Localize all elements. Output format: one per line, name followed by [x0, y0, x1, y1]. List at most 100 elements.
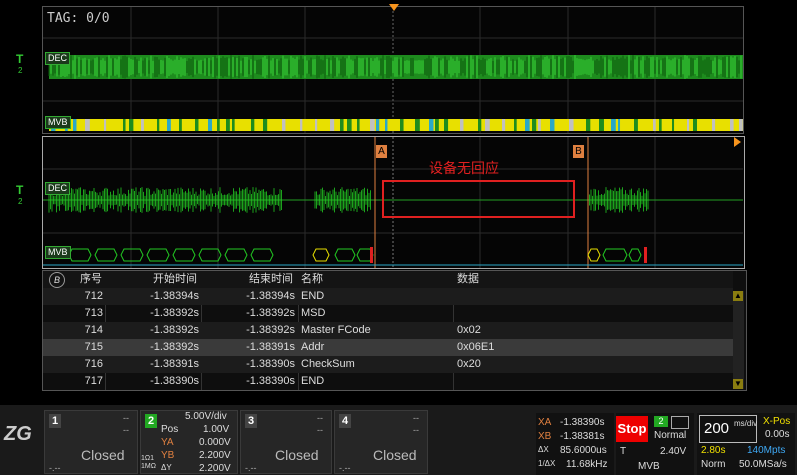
row-index: 717 — [84, 375, 103, 387]
cursor-a-label[interactable]: A — [376, 145, 387, 158]
header-end-time: 结束时间 — [249, 273, 293, 285]
xpos-label: X-Pos — [763, 416, 791, 427]
row-name: Master FCode — [301, 324, 371, 336]
overview-waveform[interactable]: TAG: 0/0 DEC MVB — [42, 6, 744, 134]
header-index: 序号 — [80, 273, 102, 285]
row-name: END — [301, 375, 325, 387]
zoom-right-marker — [734, 137, 741, 147]
channel-3-status: Closed — [275, 447, 319, 463]
ch2-ya: 0.000V — [199, 437, 231, 448]
row-name: CheckSum — [301, 358, 355, 370]
timebase-scale-box[interactable]: 200 ms/div — [699, 415, 757, 443]
table-row[interactable]: 712 -1.38394s -1.38394s END — [43, 288, 733, 305]
scroll-up-icon[interactable]: ▲ — [733, 291, 743, 301]
row-index: 715 — [84, 341, 103, 353]
trigger-marker-top: T — [16, 52, 24, 66]
row-name: Addr — [301, 341, 325, 353]
table-scrollbar[interactable]: ▲ ▼ — [733, 291, 744, 389]
timebase-unit: ms/div — [734, 419, 758, 428]
xa-label: XA — [538, 417, 552, 428]
ch2-coupling-1: 1Ω1 — [141, 455, 155, 462]
table-row[interactable]: 713 -1.38392s -1.38392s MSD — [43, 305, 733, 322]
trigger-edge-icon — [671, 416, 689, 429]
channel-3-panel[interactable]: 3 -- -- Closed -.-- — [240, 410, 332, 474]
header-start-time: 开始时间 — [153, 273, 197, 285]
row-index: 714 — [84, 324, 103, 336]
scroll-down-icon[interactable]: ▼ — [733, 379, 743, 389]
row-index: 713 — [84, 307, 103, 319]
cursor-b-label[interactable]: B — [573, 145, 584, 158]
row-end-time: -1.38390s — [246, 375, 295, 387]
dec-label-overview: DEC — [45, 52, 71, 65]
row-end-time: -1.38394s — [246, 290, 295, 302]
sample-rate: 50.0MSa/s — [739, 459, 787, 470]
trigger-marker-zoom: T — [16, 183, 24, 197]
inv-dx-label: 1/ΔX — [538, 459, 556, 468]
mvb-label-zoom: MVB — [45, 246, 71, 259]
ch1-top: -- — [123, 413, 129, 423]
header-data: 数据 — [457, 273, 479, 285]
channel-1-number: 1 — [49, 414, 61, 428]
tag-counter: TAG: 0/0 — [47, 11, 110, 26]
channel-2-panel[interactable]: 2 5.00V/div Pos 1.00V YA 0.000V YB 2.200… — [140, 410, 238, 474]
ch3-bot-l: -.-- — [245, 463, 257, 473]
decode-table[interactable]: B 序号 开始时间 结束时间 名称 数据 712 -1.38394s -1.3839… — [42, 270, 747, 391]
row-data: 0x06E1 — [457, 341, 495, 353]
header-name: 名称 — [301, 273, 323, 285]
ch1-mid: -- — [123, 425, 129, 435]
zoom-waveform[interactable]: DEC MVB A B 设备无回应 — [42, 136, 745, 269]
ch2-pos: 1.00V — [203, 424, 230, 435]
ch2-ya-label: YA — [161, 437, 174, 448]
overview-traces — [43, 7, 743, 133]
row-name: END — [301, 290, 325, 302]
xb-value: -1.38381s — [560, 431, 605, 442]
ch2-dy: 2.200V — [199, 463, 231, 474]
dx-label: ΔX — [538, 445, 549, 454]
ch2-yb: 2.200V — [199, 450, 231, 461]
timebase-value: 200 — [704, 420, 730, 437]
row-name: MSD — [301, 307, 326, 319]
xpos-value: 0.00s — [765, 429, 790, 440]
mvb-label-overview: MVB — [45, 116, 71, 129]
table-row[interactable]: 716 -1.38391s -1.38390s CheckSum 0x20 — [43, 356, 733, 373]
dec-label-zoom: DEC — [45, 182, 71, 195]
dx-value: 85.6000us — [560, 445, 607, 456]
channel-2-number: 2 — [145, 414, 157, 428]
ch2-coupling-2: 1MΩ — [141, 463, 156, 470]
ch4-bot-l: -.-- — [339, 463, 351, 473]
table-row[interactable]: 717 -1.38390s -1.38390s END — [43, 373, 733, 390]
row-index: 712 — [84, 290, 103, 302]
ch1-bot-l: -.-- — [49, 463, 61, 473]
channel-1-panel[interactable]: 1 -- -- Closed -.-- — [44, 410, 138, 474]
ch2-dy-label: ΔY — [161, 463, 172, 472]
row-start-time: -1.38392s — [150, 307, 199, 319]
decode-b-icon[interactable]: B — [49, 272, 65, 288]
zlg-logo: ZG — [4, 423, 32, 445]
trigger-position-marker[interactable] — [389, 4, 399, 11]
bottom-status-bar: ZG 1 -- -- Closed -.-- 2 5.00V/div Pos 1… — [0, 405, 797, 475]
run-stop-button[interactable]: Stop — [616, 416, 648, 442]
cursor-readout: XA -1.38390s XB -1.38381s ΔX 85.6000us 1… — [536, 413, 614, 475]
ch3-mid: -- — [317, 425, 323, 435]
record-length: 2.80s — [701, 445, 726, 456]
ch2-scale: 5.00V/div — [185, 411, 227, 422]
timebase-panel[interactable]: 200 ms/div X-Pos 0.00s 2.80s 140Mpts Nor… — [697, 413, 795, 475]
trigger-panel[interactable]: Stop 2 Normal T 2.40V MVB — [616, 413, 694, 475]
channel-4-status: Closed — [373, 447, 417, 463]
table-row[interactable]: 715 -1.38392s -1.38391s Addr 0x06E1 — [43, 339, 733, 356]
row-end-time: -1.38391s — [246, 341, 295, 353]
no-response-annotation: 设备无回应 — [429, 160, 499, 176]
acquisition-mode: Norm — [701, 459, 726, 470]
table-row[interactable]: 714 -1.38392s -1.38392s Master FCode 0x02 — [43, 322, 733, 339]
ch4-mid: -- — [413, 425, 419, 435]
xa-value: -1.38390s — [560, 417, 605, 428]
channel-4-panel[interactable]: 4 -- -- Closed -.-- — [334, 410, 428, 474]
ch4-top: -- — [413, 413, 419, 423]
row-end-time: -1.38392s — [246, 307, 295, 319]
trigger-mode: Normal — [654, 430, 687, 441]
channel-marker-zoom: 2 — [18, 197, 23, 206]
channel-marker-top: 2 — [18, 66, 23, 75]
row-start-time: -1.38394s — [150, 290, 199, 302]
zoom-traces — [43, 137, 743, 268]
channel-4-number: 4 — [339, 414, 351, 428]
